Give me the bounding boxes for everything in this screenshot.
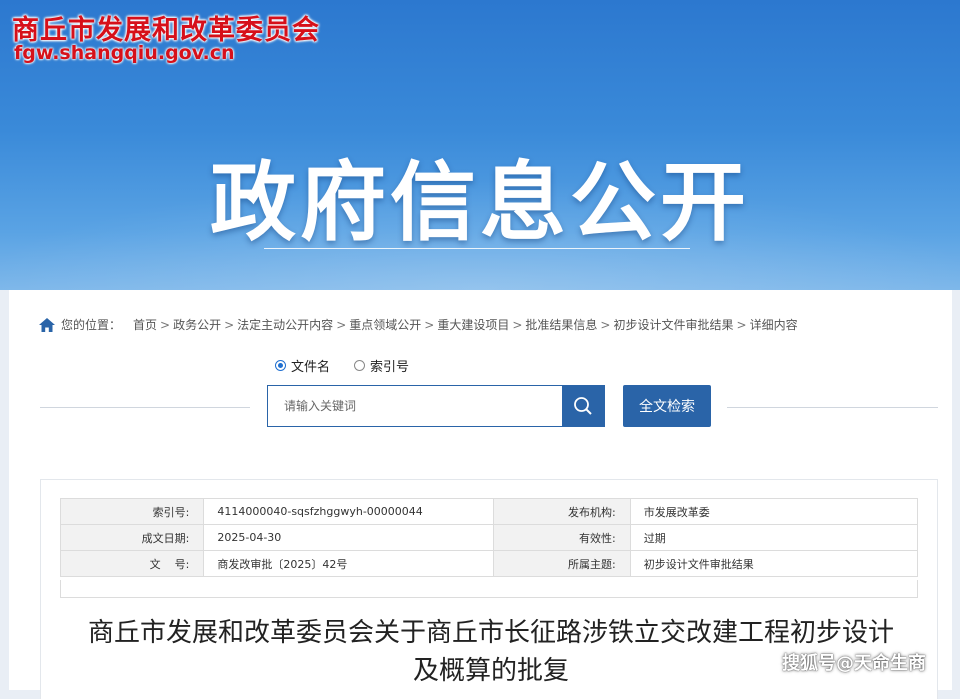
- breadcrumb-gov-affairs[interactable]: 政务公开: [173, 316, 221, 333]
- document-meta-table: 索引号: 4114000040-sqsfzhggwyh-00000044 发布机…: [59, 498, 919, 577]
- breadcrumb: 您的位置： 首页 > 政务公开 > 法定主动公开内容 > 重点领域公开 > 重大…: [39, 316, 798, 333]
- search-button[interactable]: [562, 386, 604, 426]
- breadcrumb-key-areas[interactable]: 重点领域公开: [349, 316, 421, 333]
- topic-label: 所属主题:: [493, 550, 631, 577]
- banner-title-underline: [264, 248, 690, 249]
- watermark: 搜狐号@天命生商: [782, 653, 926, 674]
- index-value: 4114000040-sqsfzhggwyh-00000044: [203, 498, 495, 525]
- table-row: 成文日期: 2025-04-30 有效性: 过期: [59, 524, 919, 551]
- validity-label: 有效性:: [493, 524, 631, 551]
- publisher-value: 市发展改革委: [629, 498, 919, 525]
- content-panel: 您的位置： 首页 > 政务公开 > 法定主动公开内容 > 重点领域公开 > 重大…: [9, 290, 952, 699]
- breadcrumb-approval-info[interactable]: 批准结果信息: [525, 316, 597, 333]
- validity-value: 过期: [629, 524, 919, 551]
- radio-index-button[interactable]: [354, 360, 366, 371]
- search-type-options: 文件名 索引号: [275, 356, 433, 375]
- search-icon: [574, 397, 592, 415]
- breadcrumb-separator: >: [160, 317, 171, 332]
- radio-index-number[interactable]: 索引号: [354, 356, 409, 375]
- docno-label: 文 号:: [59, 550, 205, 577]
- index-label: 索引号:: [59, 498, 205, 525]
- full-text-search-button[interactable]: 全文检索: [623, 385, 711, 427]
- breadcrumb-separator: >: [736, 317, 747, 332]
- search-box: [267, 385, 605, 427]
- breadcrumb-separator: >: [336, 317, 347, 332]
- breadcrumb-separator: >: [512, 317, 523, 332]
- docno-value: 商发改审批〔2025〕42号: [203, 550, 495, 577]
- breadcrumb-design-results[interactable]: 初步设计文件审批结果: [613, 316, 733, 333]
- divider-left: [40, 407, 250, 408]
- radio-index-label: 索引号: [370, 360, 410, 375]
- search-input[interactable]: [268, 386, 564, 426]
- banner-title: 政府信息公开: [210, 153, 750, 253]
- home-icon: [39, 317, 55, 332]
- radio-filename-button[interactable]: [275, 360, 286, 371]
- header-banner: 商丘市发展和改革委员会 fgw.shangqiu.gov.cn 政府信息公开: [0, 0, 960, 290]
- breadcrumb-current: 详细内容: [749, 318, 798, 332]
- breadcrumb-separator: >: [224, 317, 235, 332]
- table-row: 文 号: 商发改审批〔2025〕42号 所属主题: 初步设计文件审批结果: [59, 550, 919, 577]
- breadcrumb-major-projects[interactable]: 重大建设项目: [437, 316, 509, 333]
- table-row: 索引号: 4114000040-sqsfzhggwyh-00000044 发布机…: [59, 498, 919, 525]
- radio-filename[interactable]: 文件名: [275, 356, 330, 375]
- document-title: 商丘市发展和改革委员会关于商丘市长征路涉铁立交改建工程初步设计及概算的批复: [87, 618, 894, 686]
- divider-right: [727, 407, 938, 408]
- breadcrumb-label: 您的位置：: [61, 318, 122, 332]
- date-value: 2025-04-30: [203, 524, 495, 551]
- topic-value: 初步设计文件审批结果: [629, 550, 919, 577]
- meta-table-footer: [60, 580, 918, 598]
- breadcrumb-separator: >: [424, 317, 435, 332]
- site-domain[interactable]: fgw.shangqiu.gov.cn: [14, 42, 235, 64]
- breadcrumb-separator: >: [600, 317, 611, 332]
- breadcrumb-statutory[interactable]: 法定主动公开内容: [237, 316, 333, 333]
- publisher-label: 发布机构:: [493, 498, 631, 525]
- radio-filename-label: 文件名: [291, 360, 331, 375]
- breadcrumb-home[interactable]: 首页: [133, 316, 157, 333]
- date-label: 成文日期:: [59, 524, 205, 551]
